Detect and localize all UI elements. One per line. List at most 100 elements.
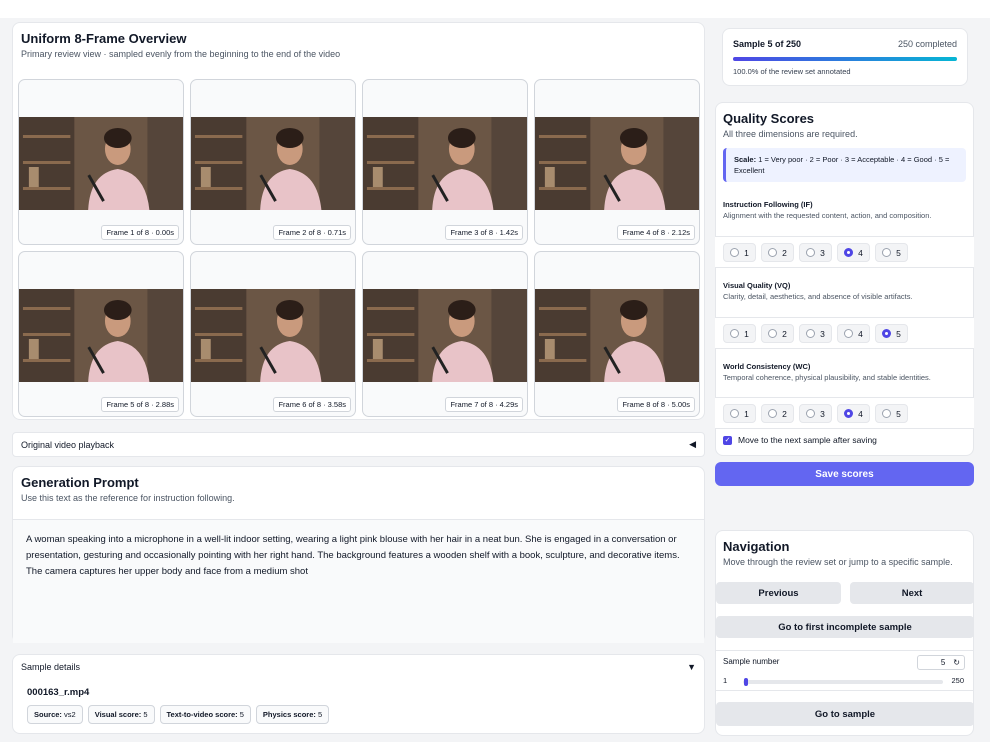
prompt-title: Generation Prompt — [21, 475, 139, 490]
save-scores-button[interactable]: Save scores — [715, 462, 974, 486]
score-option-5[interactable]: 5 — [875, 404, 908, 423]
score-option-4[interactable]: 4 — [837, 243, 870, 262]
sample-number-input[interactable]: 5 ↻ — [917, 655, 965, 670]
radio-icon[interactable] — [768, 329, 778, 338]
score-option-5[interactable]: 5 — [875, 243, 908, 262]
radio-icon[interactable] — [882, 409, 892, 418]
slider-thumb[interactable] — [744, 678, 749, 686]
radio-icon[interactable] — [882, 248, 892, 257]
score-label: 5 — [896, 247, 901, 258]
navigation-title: Navigation — [723, 539, 790, 554]
video-playback-toggle[interactable]: Original video playback ◀ — [12, 432, 705, 457]
playback-label: Original video playback — [21, 440, 115, 450]
file-name: 000163_r.mp4 — [27, 687, 90, 698]
chip-value: 5 — [143, 710, 148, 719]
radio-icon[interactable] — [806, 329, 816, 338]
score-option-4[interactable]: 4 — [837, 404, 870, 423]
reset-icon[interactable]: ↻ — [953, 658, 960, 667]
frame-image — [363, 117, 527, 210]
frame-thumbnail[interactable]: Frame 6 of 8 · 3.58s — [190, 251, 356, 417]
quality-subtitle: All three dimensions are required. — [723, 129, 858, 139]
chip-key: Source: — [34, 710, 62, 719]
checkmark-icon[interactable]: ✓ — [723, 435, 732, 445]
radio-icon[interactable] — [730, 248, 740, 257]
dimension-desc: Temporal coherence, physical plausibilit… — [723, 373, 931, 382]
frame-thumbnail[interactable]: Frame 4 of 8 · 2.12s — [534, 79, 700, 245]
completed-count: 250 completed — [897, 39, 957, 49]
radio-icon[interactable] — [806, 248, 816, 257]
frame-caption: Frame 3 of 8 · 1.42s — [445, 225, 523, 240]
slider-min: 1 — [723, 676, 728, 685]
radio-icon[interactable] — [844, 329, 854, 338]
radio-icon[interactable] — [730, 329, 740, 338]
score-option-4[interactable]: 4 — [837, 324, 870, 343]
score-label: 4 — [858, 328, 863, 339]
radio-icon[interactable] — [768, 248, 778, 257]
radio-icon[interactable] — [844, 248, 854, 257]
prompt-subtitle: Use this text as the reference for instr… — [21, 493, 235, 503]
previous-button[interactable]: Previous — [716, 582, 841, 604]
sample-details-card[interactable]: Sample details ▼ 000163_r.mp4 Source: vs… — [12, 654, 705, 734]
quality-title: Quality Scores — [723, 111, 815, 126]
frame-overview-card: Uniform 8-Frame Overview Primary review … — [12, 22, 705, 420]
radio-icon[interactable] — [806, 409, 816, 418]
frame-grid: Frame 1 of 8 · 0.00s Frame 2 of 8 · 0.71… — [18, 79, 701, 417]
score-label: 3 — [820, 247, 825, 258]
generation-prompt-card: Generation Prompt Use this text as the r… — [12, 466, 705, 643]
top-strip — [0, 0, 990, 18]
score-option-3[interactable]: 3 — [799, 324, 832, 343]
score-label: 1 — [744, 408, 749, 419]
auto-next-checkbox[interactable]: ✓ Move to the next sample after saving — [723, 435, 877, 445]
frame-thumbnail[interactable]: Frame 2 of 8 · 0.71s — [190, 79, 356, 245]
frame-thumbnail[interactable]: Frame 3 of 8 · 1.42s — [362, 79, 528, 245]
sample-slider[interactable]: 1 250 — [723, 676, 964, 686]
detail-chips: Source: vs2 Visual score: 5 Text-to-vide… — [27, 705, 330, 724]
caret-down-icon[interactable]: ▼ — [687, 662, 696, 672]
go-to-sample-button[interactable]: Go to sample — [716, 702, 974, 726]
chip-source: Source: vs2 — [27, 705, 83, 724]
scale-text: 1 = Very poor · 2 = Poor · 3 = Acceptabl… — [734, 155, 950, 175]
slider-track[interactable] — [743, 678, 943, 686]
first-incomplete-button[interactable]: Go to first incomplete sample — [716, 616, 974, 638]
score-option-2[interactable]: 2 — [761, 243, 794, 262]
score-option-3[interactable]: 3 — [799, 404, 832, 423]
chip-value: 5 — [317, 710, 323, 719]
dimension-title: Instruction Following (IF) — [723, 200, 813, 209]
score-label: 2 — [782, 247, 787, 258]
frame-image — [19, 289, 183, 382]
score-option-2[interactable]: 2 — [761, 324, 794, 343]
frame-caption: Frame 2 of 8 · 0.71s — [273, 225, 351, 240]
radio-icon[interactable] — [844, 409, 854, 418]
next-button[interactable]: Next — [850, 582, 974, 604]
score-label: 3 — [820, 328, 825, 339]
dimension-vq: Visual Quality (VQ) Clarity, detail, aes… — [723, 281, 913, 301]
score-option-5[interactable]: 5 — [875, 324, 908, 343]
navigation-subtitle: Move through the review set or jump to a… — [723, 557, 953, 567]
radio-icon[interactable] — [882, 329, 892, 338]
caret-left-icon[interactable]: ◀ — [689, 439, 696, 450]
if-score-options: 1 2 3 4 5 — [715, 236, 974, 268]
radio-icon[interactable] — [768, 409, 778, 418]
score-option-1[interactable]: 1 — [723, 243, 756, 262]
wc-score-options: 1 2 3 4 5 — [715, 397, 974, 429]
sample-number-box: Sample number 5 ↻ 1 250 — [716, 650, 973, 691]
frame-caption: Frame 8 of 8 · 5.00s — [617, 397, 695, 412]
progress-bar-fill — [733, 57, 957, 61]
frame-caption: Frame 6 of 8 · 3.58s — [273, 397, 351, 412]
score-option-2[interactable]: 2 — [761, 404, 794, 423]
score-option-3[interactable]: 3 — [799, 243, 832, 262]
frame-image — [535, 117, 699, 210]
frame-thumbnail[interactable]: Frame 8 of 8 · 5.00s — [534, 251, 700, 417]
chip-text-to-video-score: Text-to-video score: 5 — [159, 705, 251, 724]
score-option-1[interactable]: 1 — [723, 404, 756, 423]
score-option-1[interactable]: 1 — [723, 324, 756, 343]
frame-thumbnail[interactable]: Frame 5 of 8 · 2.88s — [18, 251, 184, 417]
score-label: 5 — [896, 328, 901, 339]
scale-label: Scale: — [734, 155, 757, 164]
frame-thumbnail[interactable]: Frame 1 of 8 · 0.00s — [18, 79, 184, 245]
navigation-card: Navigation Move through the review set o… — [715, 530, 974, 736]
radio-icon[interactable] — [730, 409, 740, 418]
frame-caption: Frame 7 of 8 · 4.29s — [445, 397, 523, 412]
scale-note: Scale: 1 = Very poor · 2 = Poor · 3 = Ac… — [723, 148, 966, 182]
frame-thumbnail[interactable]: Frame 7 of 8 · 4.29s — [362, 251, 528, 417]
